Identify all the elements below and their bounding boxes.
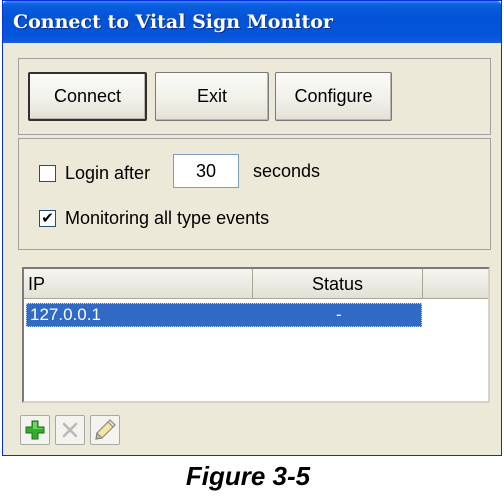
login-delay-input[interactable]: 30	[173, 154, 239, 188]
connect-button[interactable]: Connect	[28, 72, 147, 121]
list-header: IP Status	[24, 269, 488, 299]
ip-cell: 127.0.0.1	[30, 305, 101, 324]
title-bar[interactable]: Connect to Vital Sign Monitor	[3, 1, 501, 43]
delete-icon	[62, 422, 78, 438]
connection-list[interactable]: IP Status 127.0.0.1 -	[22, 267, 490, 403]
seconds-label: seconds	[253, 161, 321, 181]
edit-icon	[95, 419, 116, 440]
figure-caption: Figure 3-5	[185, 461, 311, 491]
action-button-group: Connect Exit Configure	[18, 58, 491, 135]
login-after-checkbox[interactable]	[39, 165, 56, 182]
configure-button[interactable]: Configure	[275, 72, 392, 121]
monitoring-checkbox[interactable]: ✔	[39, 210, 56, 227]
table-row[interactable]: 127.0.0.1 -	[26, 303, 422, 327]
options-group: Login after 30 seconds ✔ Monitoring all …	[18, 138, 491, 250]
window-title: Connect to Vital Sign Monitor	[13, 11, 333, 33]
login-after-label: Login after	[65, 163, 151, 183]
add-icon	[25, 420, 45, 440]
column-header-status[interactable]: Status	[253, 269, 423, 299]
delete-button[interactable]	[55, 415, 85, 445]
add-button[interactable]	[20, 415, 50, 445]
exit-button[interactable]: Exit	[155, 72, 269, 121]
column-header-status-label: Status	[311, 274, 364, 294]
column-header-ip-label: IP	[28, 274, 46, 294]
monitoring-label: Monitoring all type events	[65, 208, 270, 228]
edit-button[interactable]	[90, 415, 120, 445]
status-cell: -	[336, 305, 342, 324]
column-header-ip[interactable]: IP	[24, 269, 253, 299]
dialog-window: Connect to Vital Sign Monitor Connect Ex…	[2, 0, 502, 456]
column-header-filler	[423, 269, 488, 299]
